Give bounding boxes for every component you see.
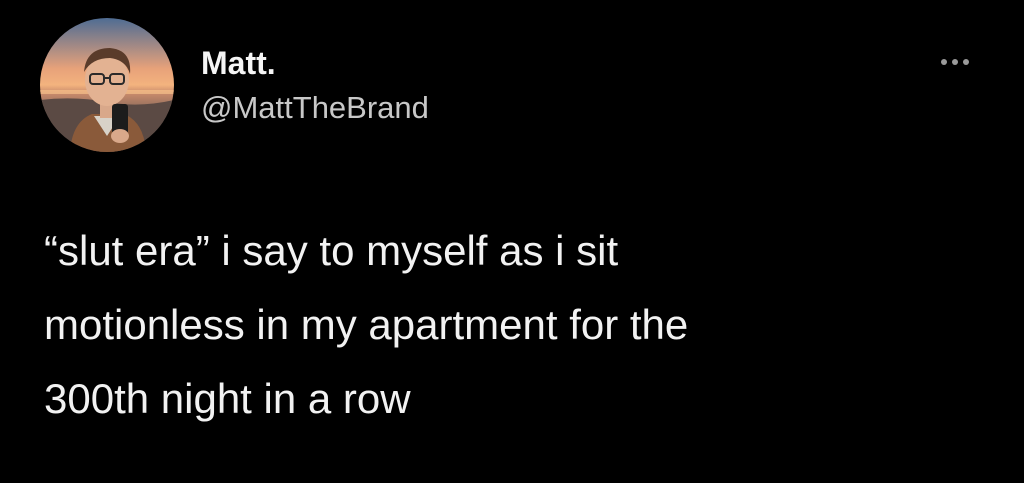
user-handle[interactable]: @MattTheBrand: [201, 89, 429, 127]
tweet-text-line: “slut era” i say to myself as i sit: [44, 227, 619, 274]
profile-photo-icon: [40, 18, 174, 152]
display-name[interactable]: Matt.: [201, 44, 276, 82]
more-options-button[interactable]: [934, 50, 978, 74]
avatar[interactable]: [40, 18, 174, 152]
tweet-text: “slut era” i say to myself as i sit moti…: [44, 214, 984, 436]
more-dots-icon: [941, 59, 969, 65]
tweet-text-line: motionless in my apartment for the: [44, 301, 689, 348]
tweet-text-line: 300th night in a row: [44, 375, 411, 422]
tweet: Matt. @MattTheBrand “slut era” i say to …: [0, 0, 1024, 483]
